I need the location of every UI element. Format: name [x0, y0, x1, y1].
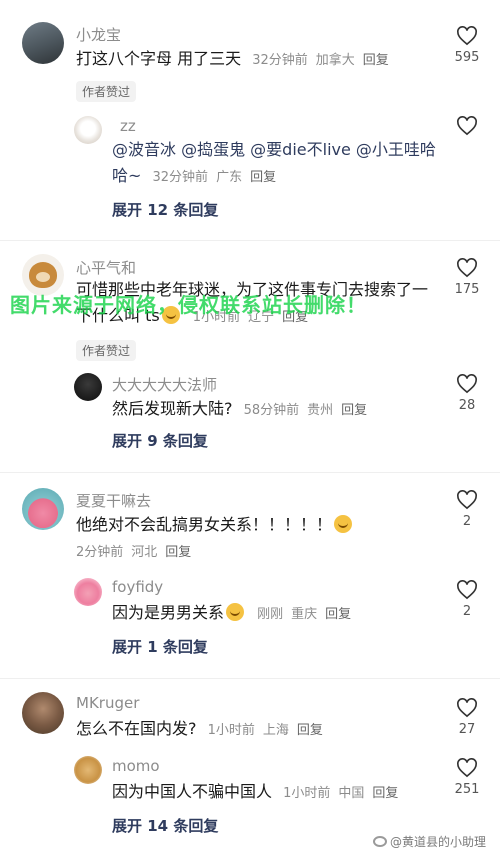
comment-body: 怎么不在国内发?	[76, 719, 197, 738]
reply-button[interactable]: 回复	[341, 403, 367, 418]
reply-username[interactable]: 大大大大大法师	[112, 374, 217, 395]
reply-username[interactable]: momo	[112, 757, 160, 775]
comment-meta-line: 2分钟前 河北 回复	[76, 538, 436, 566]
reply-location: 中国	[338, 786, 365, 801]
reply-meta: 刚刚 重庆 回复	[257, 607, 359, 622]
like-count: 251	[454, 782, 480, 797]
reply-text: @波音冰 @捣蛋鬼 @要die不live @小王哇哈哈~ 32分钟前 广东 回复	[112, 137, 442, 191]
reply-avatar[interactable]	[74, 578, 102, 606]
reply-location: 重庆	[291, 607, 318, 622]
like-count: 2	[462, 514, 472, 529]
reply-text: 因为中国人不骗中国人 1小时前 中国 回复	[112, 779, 442, 807]
expand-replies-button[interactable]: 展开 1 条回复	[112, 636, 208, 657]
expand-replies-button[interactable]: 展开 9 条回复	[112, 430, 208, 451]
reply-avatar[interactable]	[74, 116, 102, 144]
comment-location: 加拿大	[315, 53, 355, 68]
reply-button[interactable]: 回复	[372, 786, 398, 801]
reply-button[interactable]: 回复	[363, 53, 389, 68]
reply-button[interactable]: 回复	[165, 545, 191, 560]
author-liked-badge: 作者赞过	[76, 340, 137, 361]
comment-location: 上海	[262, 723, 289, 738]
comment-time: 1小时前	[207, 723, 255, 738]
avatar[interactable]	[22, 22, 64, 64]
footer-watermark: @黄道县的小助理	[372, 833, 486, 850]
reply-like-button[interactable]: 28	[452, 374, 482, 413]
divider	[0, 678, 500, 679]
emoji-icon	[226, 603, 245, 621]
like-button[interactable]: 175	[452, 258, 482, 297]
comment-username[interactable]: 夏夏干嘛去	[76, 490, 151, 511]
reply-meta: 1小时前 中国 回复	[283, 786, 406, 801]
reply-meta: 32分钟前 广东 回复	[153, 170, 285, 185]
heart-outline-icon	[457, 374, 477, 394]
reply-text: 然后发现新大陆? 58分钟前 贵州 回复	[112, 396, 442, 424]
like-count: 27	[458, 722, 476, 737]
reply-like-button[interactable]: 251	[452, 758, 482, 797]
heart-outline-icon	[457, 116, 477, 136]
comment-meta: 1小时前 上海 回复	[208, 723, 331, 738]
reply-time: 32分钟前	[152, 170, 209, 185]
weibo-icon	[372, 836, 387, 847]
heart-outline-icon	[457, 258, 477, 278]
like-count: 595	[454, 50, 480, 65]
reply-button[interactable]: 回复	[297, 723, 323, 738]
emoji-icon	[334, 515, 353, 533]
avatar[interactable]	[22, 692, 64, 734]
reply-body: 然后发现新大陆?	[112, 399, 233, 418]
reply-body: 因为中国人不骗中国人	[112, 782, 273, 801]
reply-avatar[interactable]	[74, 756, 102, 784]
avatar[interactable]	[22, 488, 64, 530]
comment-meta: 32分钟前 加拿大 回复	[252, 53, 397, 68]
reply-username[interactable]: foyfidy	[112, 578, 163, 596]
heart-outline-icon	[457, 490, 477, 510]
comment-time: 32分钟前	[252, 53, 308, 68]
comment-location: 河北	[131, 545, 158, 560]
reply-text: 因为是男男关系 刚刚 重庆 回复	[112, 600, 442, 628]
overlay-watermark: 图片来源于网络，侵权联系站长删除！	[10, 293, 367, 317]
comment-text: 怎么不在国内发? 1小时前 上海 回复	[76, 716, 436, 744]
like-button[interactable]: 595	[452, 26, 482, 65]
like-count: 175	[454, 282, 480, 297]
comment-time: 2分钟前	[76, 545, 124, 560]
expand-replies-button[interactable]: 展开 14 条回复	[112, 815, 218, 836]
reply-button[interactable]: 回复	[325, 607, 351, 622]
heart-outline-icon	[457, 580, 477, 600]
reply-like-button[interactable]	[452, 116, 482, 136]
comment-username[interactable]: 小龙宝	[76, 24, 121, 45]
comment-meta: 2分钟前 河北 回复	[76, 545, 199, 560]
comment-body: 打这八个字母 用了三天	[76, 49, 242, 68]
expand-replies-button[interactable]: 展开 12 条回复	[112, 199, 218, 220]
heart-outline-icon	[457, 698, 477, 718]
author-liked-badge: 作者赞过	[76, 81, 137, 102]
reply-meta: 58分钟前 贵州 回复	[244, 403, 376, 418]
heart-outline-icon	[457, 26, 477, 46]
reply-like-button[interactable]: 2	[452, 580, 482, 619]
reply-username[interactable]: zz	[120, 117, 136, 135]
reply-location: 贵州	[307, 403, 334, 418]
divider	[0, 472, 500, 473]
footer-watermark-text: @黄道县的小助理	[389, 835, 486, 849]
comment-text: 打这八个字母 用了三天 32分钟前 加拿大 回复	[76, 46, 436, 74]
reply-time: 1小时前	[283, 786, 331, 801]
comment-text: 他绝对不会乱搞男女关系！！！！！	[76, 512, 436, 538]
like-count: 2	[462, 604, 472, 619]
like-count: 28	[458, 398, 476, 413]
heart-outline-icon	[457, 758, 477, 778]
divider	[0, 240, 500, 241]
reply-button[interactable]: 回复	[250, 170, 276, 185]
reply-time: 刚刚	[257, 607, 284, 622]
comment-username[interactable]: 心平气和	[76, 257, 136, 278]
like-button[interactable]: 27	[452, 698, 482, 737]
reply-body: 因为是男男关系	[112, 603, 225, 622]
like-button[interactable]: 2	[452, 490, 482, 529]
reply-time: 58分钟前	[243, 403, 300, 418]
reply-location: 广东	[216, 170, 243, 185]
comment-username[interactable]: MKruger	[76, 694, 139, 712]
comment-body: 他绝对不会乱搞男女关系！！！！！	[76, 515, 333, 534]
reply-avatar[interactable]	[74, 373, 102, 401]
